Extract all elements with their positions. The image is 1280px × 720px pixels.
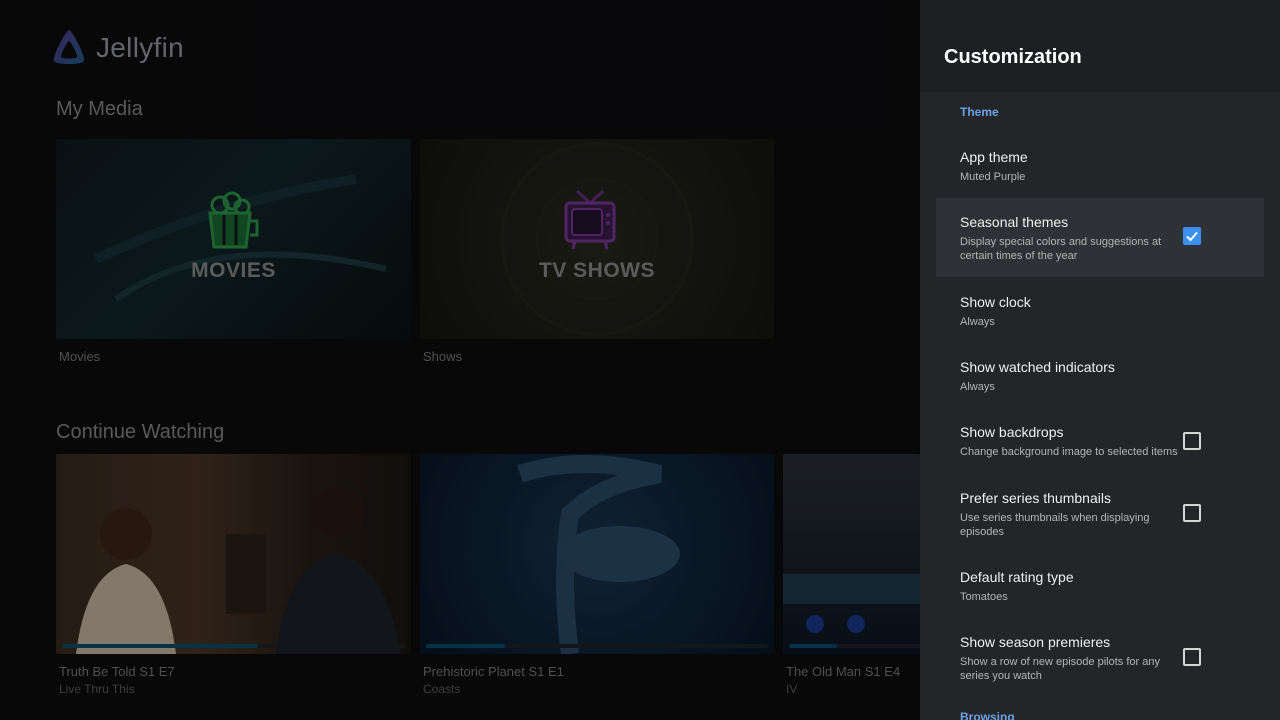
episode-title: Truth Be Told S1 E7 <box>59 664 175 679</box>
jellyfin-logo: Jellyfin <box>48 27 184 69</box>
pref-show-season-premieres[interactable]: Show season premieres Show a row of new … <box>936 619 1264 698</box>
library-card-movies[interactable]: MOVIES <box>56 139 411 339</box>
library-label-movies: Movies <box>59 349 101 364</box>
continue-watching-card[interactable] <box>56 454 411 654</box>
customization-panel: Customization Theme App theme Muted Purp… <box>920 0 1280 720</box>
pref-show-watched-indicators[interactable]: Show watched indicators Always <box>936 344 1264 406</box>
progress-bar <box>426 644 768 648</box>
episode-thumbnail <box>783 574 920 633</box>
checkmark-icon <box>1186 231 1198 242</box>
episode-title: Prehistoric Planet S1 E1 <box>423 664 564 679</box>
tv-icon <box>564 189 616 250</box>
panel-header: Customization <box>920 0 1280 92</box>
popcorn-icon <box>208 191 259 249</box>
pref-description: Use series thumbnails when displaying ep… <box>960 512 1150 538</box>
continue-watching-title: Continue Watching <box>56 421 225 443</box>
continue-watching-card[interactable] <box>783 454 920 654</box>
pref-title: Seasonal themes <box>960 214 1069 230</box>
show-backdrops-checkbox[interactable] <box>1183 432 1201 450</box>
pref-app-theme[interactable]: App theme Muted Purple <box>936 134 1264 196</box>
pref-show-backdrops[interactable]: Show backdrops Change background image t… <box>936 409 1264 473</box>
episode-subtitle: Live Thru This <box>59 682 135 696</box>
progress-bar-fill <box>789 644 837 648</box>
episode-thumbnail <box>517 455 680 654</box>
pref-prefer-series-thumbnails[interactable]: Prefer series thumbnails Use series thum… <box>936 475 1264 554</box>
pref-value: Always <box>960 316 995 328</box>
app-name: Jellyfin <box>96 32 184 63</box>
pref-seasonal-themes[interactable]: Seasonal themes Display special colors a… <box>936 198 1264 277</box>
library-card-tv-shows[interactable]: TV SHOWS <box>420 139 774 339</box>
pref-title: App theme <box>960 149 1028 165</box>
pref-title: Prefer series thumbnails <box>960 490 1111 506</box>
pref-title: Show season premieres <box>960 634 1111 650</box>
home-screen: Jellyfin My Media MOVIES Movies TV SHOWS… <box>0 0 920 720</box>
progress-bar-fill <box>62 644 258 648</box>
pref-title: Default rating type <box>960 569 1074 585</box>
episode-subtitle: Coasts <box>423 682 461 696</box>
show-season-premieres-checkbox[interactable] <box>1183 648 1201 666</box>
panel-title: Customization <box>944 46 1082 68</box>
pref-value: Muted Purple <box>960 171 1026 183</box>
pref-description: Display special colors and suggestions a… <box>960 236 1162 262</box>
library-title-tv-shows: TV SHOWS <box>538 259 655 282</box>
jellyfin-logo-icon <box>53 30 85 64</box>
seasonal-themes-checkbox[interactable] <box>1183 227 1201 245</box>
prefer-series-thumbnails-checkbox[interactable] <box>1183 504 1201 522</box>
episode-thumbnail <box>76 486 401 654</box>
episode-title: The Old Man S1 E4 <box>786 664 901 679</box>
progress-bar-fill <box>426 644 505 648</box>
library-label-shows: Shows <box>423 349 463 364</box>
progress-bar <box>62 644 405 648</box>
progress-bar <box>789 644 920 648</box>
pref-title: Show backdrops <box>960 424 1064 440</box>
continue-watching-card[interactable] <box>420 454 774 654</box>
section-browsing-label: Browsing <box>960 710 1015 720</box>
pref-title: Show watched indicators <box>960 359 1115 375</box>
library-title-movies: MOVIES <box>191 259 276 282</box>
pref-show-clock[interactable]: Show clock Always <box>936 279 1264 341</box>
pref-description: Show a row of new episode pilots for any… <box>960 656 1160 682</box>
my-media-title: My Media <box>56 98 143 120</box>
pref-value: Always <box>960 381 995 393</box>
section-theme-label: Theme <box>960 105 999 119</box>
episode-subtitle: IV <box>786 682 798 696</box>
pref-value: Tomatoes <box>960 591 1008 603</box>
pref-title: Show clock <box>960 294 1031 310</box>
pref-description: Change background image to selected item… <box>960 446 1178 458</box>
pref-default-rating-type[interactable]: Default rating type Tomatoes <box>936 554 1264 616</box>
